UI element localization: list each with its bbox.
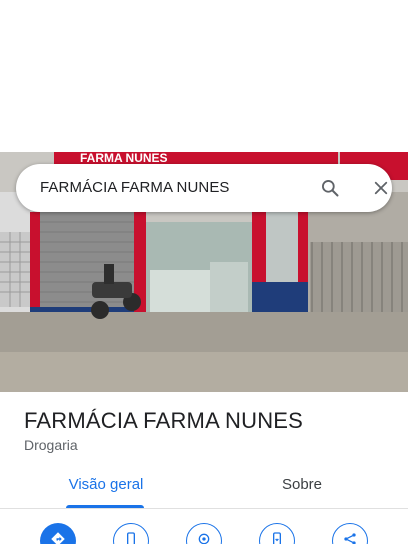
directions-icon [49, 530, 67, 544]
place-title: FARMÁCIA FARMA NUNES [24, 408, 304, 433]
search-bar[interactable]: FARMÁCIA FARMA NUNES [16, 164, 392, 212]
tab-overview[interactable]: Visão geral [62, 476, 150, 508]
search-icon[interactable] [316, 176, 344, 200]
send-to-phone-button[interactable] [259, 523, 295, 544]
close-icon[interactable] [368, 176, 394, 200]
share-icon [342, 531, 358, 544]
tab-about[interactable]: Sobre [262, 476, 342, 508]
place-category: Drogaria [24, 437, 78, 453]
share-button[interactable] [332, 523, 368, 544]
directions-button[interactable] [40, 523, 76, 544]
call-button[interactable] [113, 523, 149, 544]
tabs-divider [0, 508, 408, 509]
phone-icon [123, 531, 139, 544]
nearby-icon [196, 531, 212, 544]
nearby-button[interactable] [186, 523, 222, 544]
search-input[interactable]: FARMÁCIA FARMA NUNES [40, 179, 230, 196]
save-to-phone-icon [269, 531, 285, 544]
top-blank-area [0, 0, 408, 152]
